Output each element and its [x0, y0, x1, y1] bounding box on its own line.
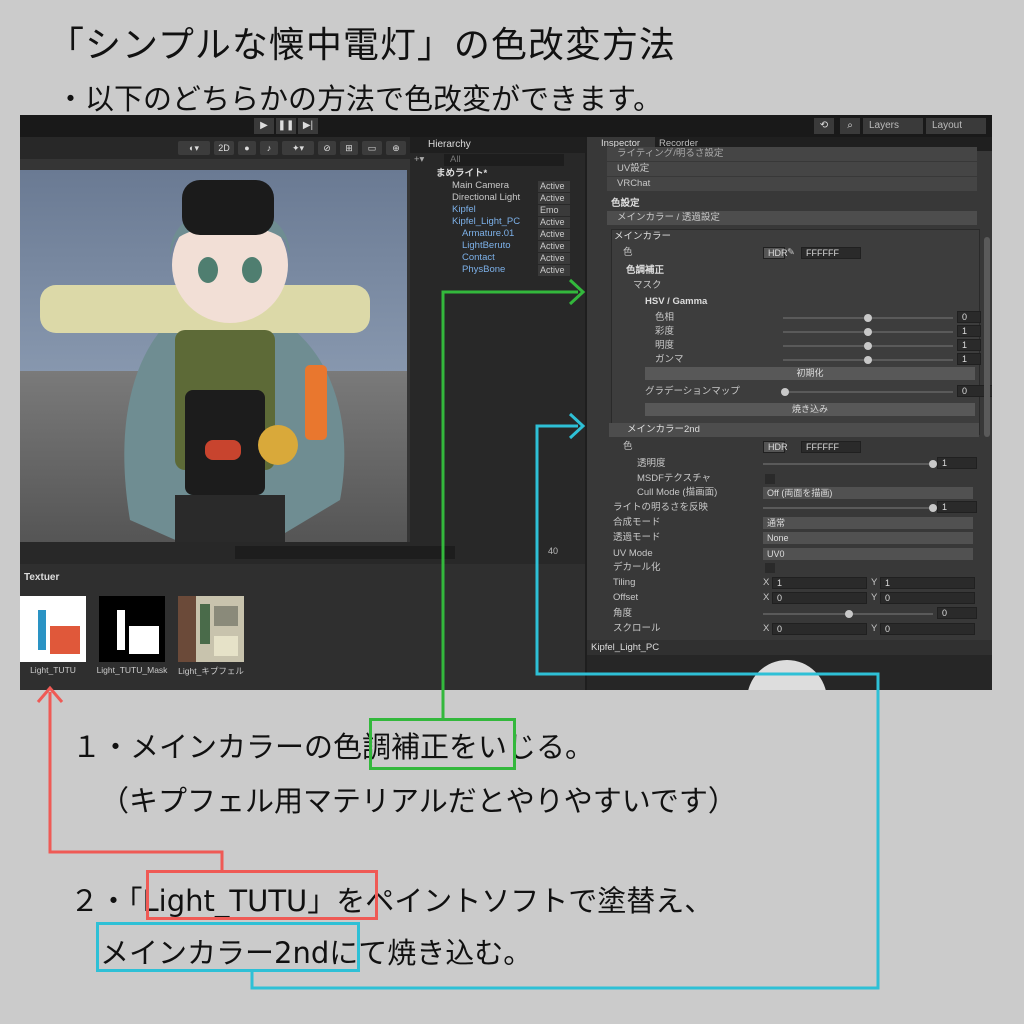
cyan-arrow — [250, 424, 880, 990]
red-arrow — [48, 692, 224, 870]
annotation-arrows — [36, 278, 880, 990]
page: 「シンプルな懐中電灯」の色改変方法 ・以下のどちらかの方法で色改変ができます。 … — [0, 0, 1024, 1024]
green-arrow — [441, 290, 578, 718]
